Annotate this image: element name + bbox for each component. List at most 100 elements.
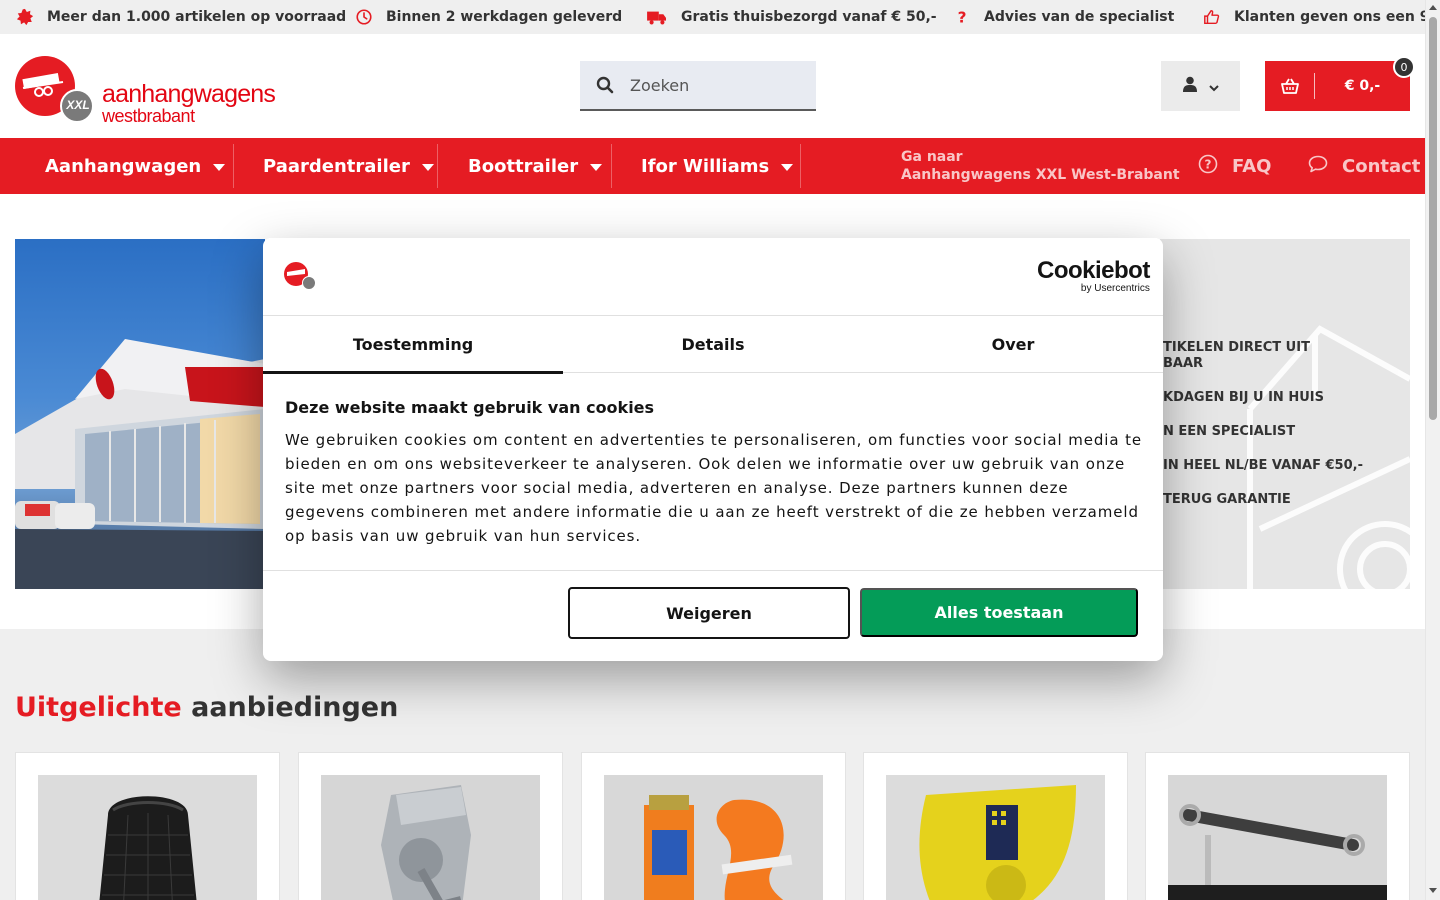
cookiebot-brand: Cookiebot (1037, 257, 1150, 284)
featured-title-rest: aanbiedingen (191, 692, 399, 723)
account-button[interactable] (1161, 61, 1240, 111)
allow-all-button[interactable]: Alles toestaan (860, 588, 1138, 637)
logo-wordmark: aanhangwagens westbrabant (102, 80, 276, 126)
tab-over[interactable]: Over (863, 316, 1163, 373)
hero-usp-4: IN HEEL NL/BE VANAF €50,- (1163, 458, 1363, 473)
nav-item-paardentrailer[interactable]: Paardentrailer (263, 138, 434, 194)
cookie-dialog-title: Deze website maakt gebruik van cookies (285, 398, 655, 417)
hero-usp-5: TERUG GARANTIE (1163, 492, 1291, 507)
goto-line-2: Aanhangwagens XXL West-Brabant (901, 167, 1180, 183)
nav-item-label: Boottrailer (468, 155, 579, 177)
nav-divider (437, 144, 438, 188)
logo-line-2b: brabant (137, 106, 195, 126)
product-card[interactable] (15, 752, 280, 900)
tab-toestemming[interactable]: Toestemming (263, 316, 563, 374)
product-image (38, 775, 257, 900)
nav-item-label: Aanhangwagen (45, 155, 202, 177)
hero-usp-panel (1160, 239, 1410, 589)
site-logo-small-icon (283, 262, 319, 290)
nav-divider (233, 144, 234, 188)
hero-usp-3: N EEN SPECIALIST (1163, 424, 1296, 439)
truck-icon (645, 7, 669, 27)
usp-text: Meer dan 1.000 artikelen op voorraad (47, 9, 347, 25)
product-card[interactable] (1145, 752, 1410, 900)
featured-title-highlight: Uitgelichte (15, 692, 182, 723)
clock-icon (354, 7, 374, 27)
hero-usp-text: BAAR (1163, 356, 1204, 371)
logo-badge: XXL (66, 98, 90, 112)
search-box (580, 61, 816, 111)
cookie-dialog-footer: Weigeren Alles toestaan (263, 570, 1163, 661)
usp-text: Klanten geven ons een 9,5 (1234, 9, 1440, 25)
nav-divider (611, 144, 612, 188)
user-icon (1182, 76, 1197, 96)
question-circle-icon: ? (1198, 154, 1218, 179)
nav-item-aanhangwagen[interactable]: Aanhangwagen (45, 138, 226, 194)
nav-item-ifor-williams[interactable]: Ifor Williams (641, 138, 794, 194)
logo-mark-icon (15, 56, 94, 123)
cookie-dialog-text: We gebruiken cookies om content en adver… (285, 431, 1143, 545)
search-icon[interactable] (580, 76, 630, 94)
cookie-tabs: Toestemming Details Over (263, 316, 1163, 374)
scroll-up-arrow-icon[interactable] (1429, 5, 1437, 10)
nav-divider (800, 144, 801, 188)
logo-line-1: aanhangwagens (102, 80, 276, 108)
search-input[interactable] (630, 75, 800, 95)
product-card[interactable] (298, 752, 563, 900)
product-image (886, 775, 1105, 900)
usp-item: Meer dan 1.000 artikelen op voorraad (15, 0, 346, 34)
cookie-consent-dialog: Cookiebot by Usercentrics Toestemming De… (263, 238, 1163, 661)
product-card[interactable] (863, 752, 1128, 900)
svg-text:?: ? (958, 8, 967, 26)
cookiebot-logo[interactable]: Cookiebot by Usercentrics (1037, 259, 1150, 294)
site-header: XXL aanhangwagens westbrabant € 0,- 0 (0, 34, 1425, 138)
contact-label: Contact (1342, 155, 1421, 177)
caret-down-icon (213, 163, 226, 171)
product-image (604, 775, 823, 900)
usp-item: Binnen 2 werkdagen geleverd (354, 0, 622, 34)
nav-item-label: Ifor Williams (641, 155, 770, 177)
decline-button[interactable]: Weigeren (568, 587, 850, 639)
usp-text: Binnen 2 werkdagen geleverd (386, 9, 623, 25)
nav-item-boottrailer[interactable]: Boottrailer (468, 138, 603, 194)
cart-count-badge: 0 (1393, 56, 1415, 78)
main-nav: Aanhangwagen Paardentrailer Boottrailer … (0, 138, 1425, 194)
scroll-down-arrow-icon[interactable] (1429, 888, 1437, 893)
cookie-dialog-header: Cookiebot by Usercentrics (263, 238, 1163, 316)
faq-link[interactable]: ? FAQ (1198, 138, 1271, 194)
usp-item: Gratis thuisbezorgd vanaf € 50,- (645, 0, 937, 34)
goto-line-1: Ga naar (901, 149, 963, 165)
basket-icon (1265, 73, 1315, 99)
product-image (1168, 775, 1387, 900)
goto-store-link[interactable]: Ga naar Aanhangwagens XXL West-Brabant (901, 148, 1180, 184)
svg-text:?: ? (1205, 157, 1212, 171)
badge-icon (15, 7, 35, 27)
hero-usp-text: TIKELEN DIRECT UIT (1163, 340, 1310, 355)
usp-item: ? Advies van de specialist (952, 0, 1175, 34)
caret-down-icon (590, 163, 603, 171)
page-scrollbar[interactable] (1425, 0, 1440, 900)
hero-store-image (15, 239, 265, 589)
thumbs-up-icon (1202, 7, 1222, 27)
site-logo[interactable]: XXL aanhangwagens westbrabant (15, 54, 285, 126)
tab-details[interactable]: Details (563, 316, 863, 373)
product-card[interactable] (581, 752, 846, 900)
usp-item: Klanten geven ons een 9,5 (1202, 0, 1440, 34)
featured-title: Uitgelichte aanbiedingen (15, 692, 398, 723)
product-image (321, 775, 540, 900)
scrollbar-thumb[interactable] (1429, 17, 1437, 420)
usp-text: Gratis thuisbezorgd vanaf € 50,- (681, 9, 937, 25)
question-icon: ? (952, 7, 972, 27)
caret-down-icon (421, 163, 434, 171)
contact-link[interactable]: Contact (1308, 138, 1420, 194)
faq-label: FAQ (1232, 155, 1272, 177)
logo-line-2: westbrabant (102, 107, 275, 125)
logo-line-2a: west (102, 106, 138, 126)
hero-usp-2: KDAGEN BIJ U IN HUIS (1163, 390, 1324, 405)
cookiebot-brand-sub: by Usercentrics (1080, 283, 1150, 294)
product-grid (15, 752, 1410, 900)
hero-usp-1: TIKELEN DIRECT UIT BAAR (1163, 340, 1310, 372)
usp-bar: Meer dan 1.000 artikelen op voorraad Bin… (0, 0, 1440, 34)
usp-text: Advies van de specialist (984, 9, 1175, 25)
cart-button[interactable]: € 0,- (1265, 61, 1410, 111)
